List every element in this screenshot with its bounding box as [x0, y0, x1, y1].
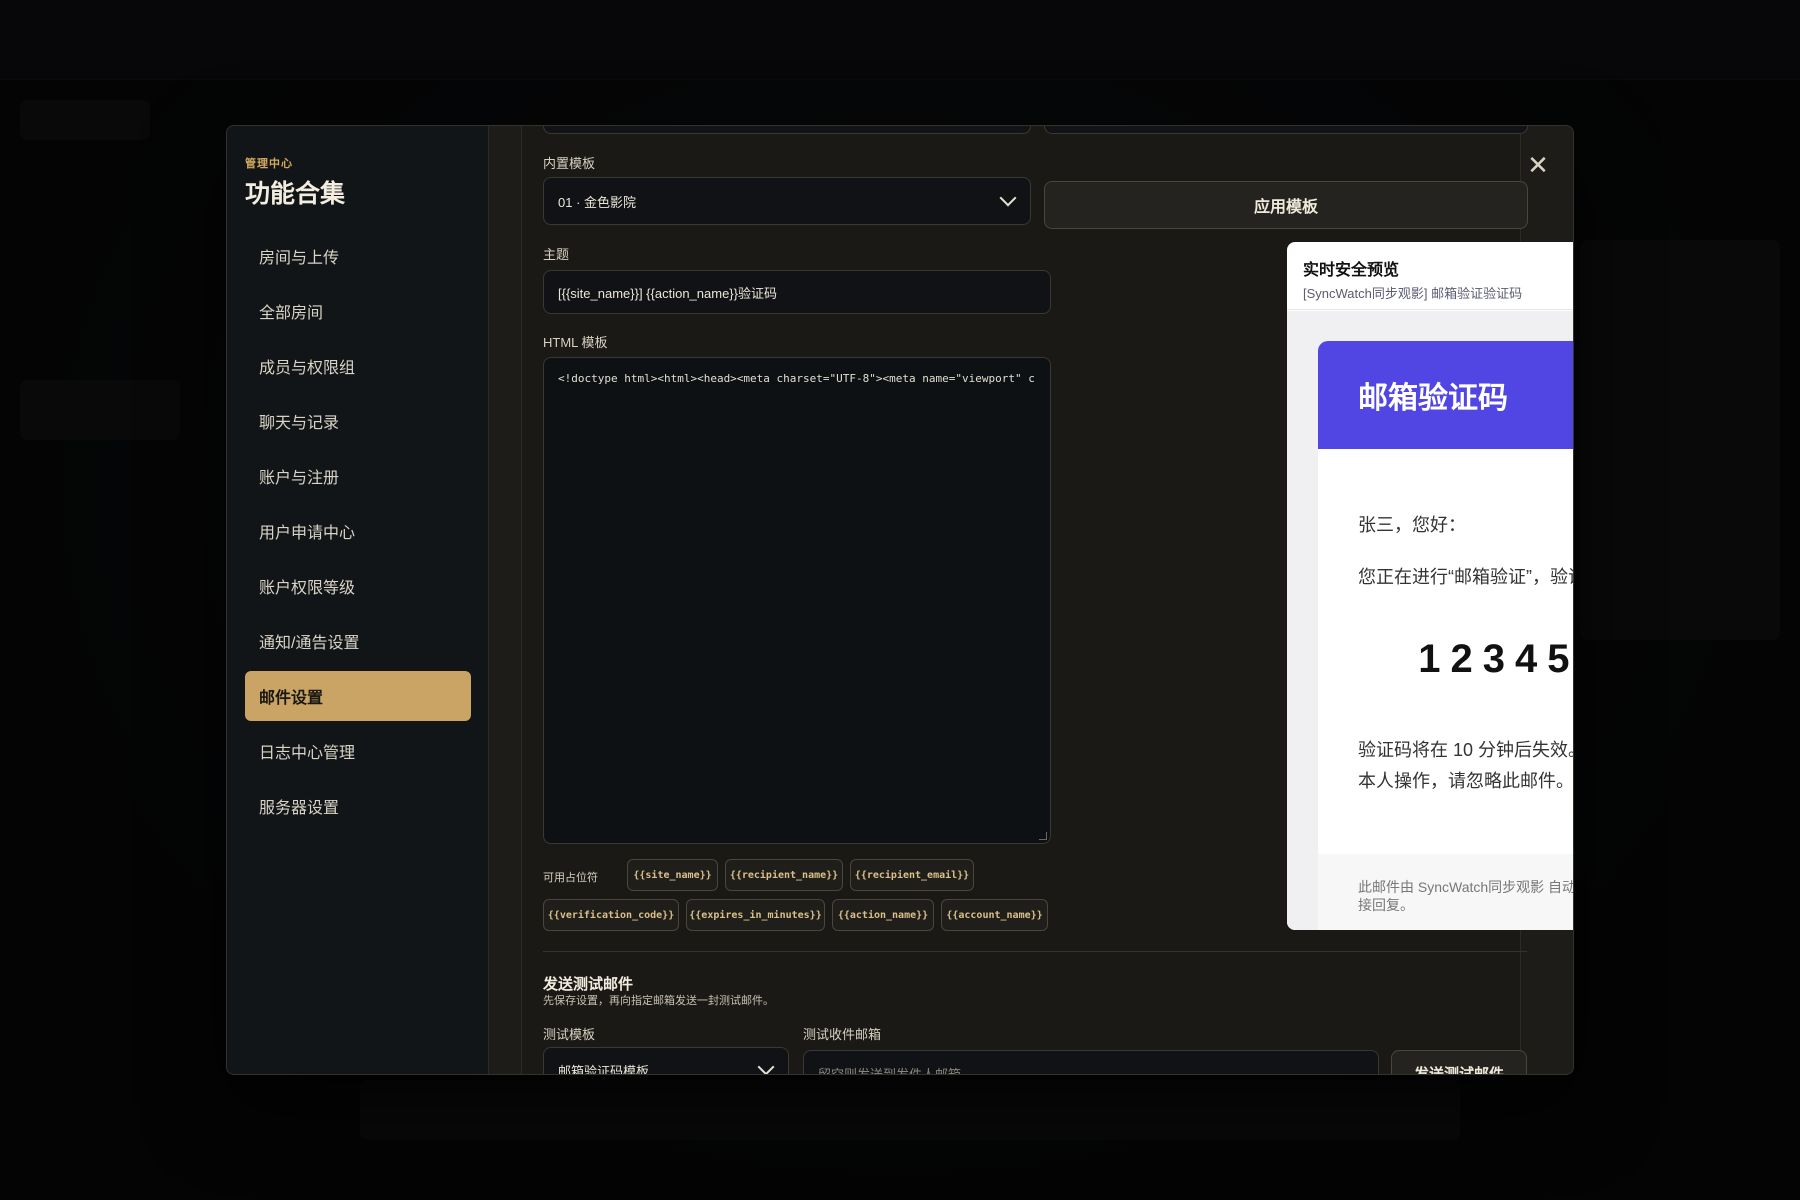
test-recipient-label: 测试收件邮箱: [803, 1027, 882, 1042]
subject-label: 主题: [543, 247, 570, 262]
modal-sidebar: 管理中心 功能合集 房间与上传 全部房间 成员与权限组 聊天与记录 账户与注册 …: [227, 126, 489, 1074]
placeholder-chip-action-name[interactable]: {{action_name}}: [832, 899, 934, 931]
preview-body[interactable]: 邮箱验证码 张三，您好： 您正在进行“邮箱验证”，验证码是： 123456 验证…: [1287, 311, 1574, 930]
sidebar-item-mail-settings[interactable]: 邮件设置: [245, 671, 471, 721]
sidebar-nav: 房间与上传 全部房间 成员与权限组 聊天与记录 账户与注册 用户申请中心 账户权…: [245, 231, 471, 836]
preview-subject: [SyncWatch同步观影] 邮箱验证验证码: [1303, 286, 1523, 301]
test-template-value: 邮箱验证码模板: [558, 1063, 650, 1075]
chevron-down-icon: [999, 189, 1017, 207]
email-footer: 此邮件由 SyncWatch同步观影 自动发送，请勿直接回复。: [1318, 854, 1573, 930]
section-divider: [543, 951, 1527, 952]
sidebar-item-chat-records[interactable]: 聊天与记录: [245, 396, 471, 446]
sidebar-title: 功能合集: [245, 180, 346, 208]
sidebar-item-all-rooms[interactable]: 全部房间: [245, 286, 471, 336]
live-preview-panel: 实时安全预览 [SyncWatch同步观影] 邮箱验证验证码 邮箱验证码 张三，…: [1287, 242, 1574, 930]
scrolled-field-edge: [1044, 126, 1528, 134]
placeholder-chip-site-name[interactable]: {{site_name}}: [627, 859, 718, 891]
builtin-template-select[interactable]: 01 · 金色影院: [543, 177, 1031, 225]
html-template-textarea[interactable]: <!doctype html><html><head><meta charset…: [543, 357, 1051, 844]
sidebar-item-permission-levels[interactable]: 账户权限等级: [245, 561, 471, 611]
chevron-down-icon: [757, 1058, 775, 1074]
sidebar-item-server-settings[interactable]: 服务器设置: [245, 781, 471, 831]
test-mail-title: 发送测试邮件: [543, 976, 634, 993]
sidebar-kicker: 管理中心: [245, 158, 293, 170]
sidebar-item-members-permissions[interactable]: 成员与权限组: [245, 341, 471, 391]
admin-modal: 管理中心 功能合集 房间与上传 全部房间 成员与权限组 聊天与记录 账户与注册 …: [226, 125, 1574, 1075]
email-banner: 邮箱验证码: [1318, 341, 1573, 449]
sidebar-item-notifications[interactable]: 通知/通告设置: [245, 616, 471, 666]
resize-handle[interactable]: [1039, 832, 1047, 840]
html-template-value: <!doctype html><html><head><meta charset…: [558, 372, 1035, 385]
sidebar-item-rooms-upload[interactable]: 房间与上传: [245, 231, 471, 281]
placeholder-chip-recipient-email[interactable]: {{recipient_email}}: [850, 859, 974, 891]
placeholder-chip-account-name[interactable]: {{account_name}}: [941, 899, 1048, 931]
email-expire-notice: 验证码将在 10 分钟后失效。如果不是您本人操作，请忽略此邮件。: [1358, 740, 1574, 791]
placeholders-label: 可用占位符: [543, 872, 598, 884]
test-recipient-placeholder: 留空则发送到发件人邮箱: [818, 1066, 962, 1075]
mail-settings-content: 内置模板 01 · 金色影院 应用模板 主题 [{{site_name}}] {…: [489, 126, 1574, 1075]
sidebar-item-accounts-registration[interactable]: 账户与注册: [245, 451, 471, 501]
subject-value: [{{site_name}}] {{action_name}}验证码: [558, 285, 777, 301]
verification-code: 123456: [1418, 637, 1573, 681]
email-card: 邮箱验证码 张三，您好： 您正在进行“邮箱验证”，验证码是： 123456 验证…: [1318, 341, 1574, 930]
test-mail-subtitle: 先保存设置，再向指定邮箱发送一封测试邮件。: [543, 995, 774, 1007]
subject-input[interactable]: [{{site_name}}] {{action_name}}验证码: [543, 270, 1051, 314]
preview-title: 实时安全预览: [1303, 262, 1400, 279]
preview-header: 实时安全预览 [SyncWatch同步观影] 邮箱验证验证码: [1287, 242, 1573, 310]
close-icon[interactable]: ✕: [1527, 152, 1549, 178]
builtin-template-label: 内置模板: [543, 156, 596, 171]
email-intro-line: 您正在进行“邮箱验证”，验证码是：: [1358, 567, 1573, 587]
scrolled-field-edge: [543, 126, 1031, 134]
send-test-mail-button[interactable]: 发送测试邮件: [1391, 1050, 1527, 1074]
html-template-label: HTML 模板: [543, 335, 608, 350]
test-recipient-input[interactable]: 留空则发送到发件人邮箱: [803, 1050, 1379, 1075]
test-template-select[interactable]: 邮箱验证码模板: [543, 1047, 789, 1075]
sidebar-item-user-requests[interactable]: 用户申请中心: [245, 506, 471, 556]
placeholder-chip-expires-in-minutes[interactable]: {{expires_in_minutes}}: [686, 899, 825, 931]
builtin-template-value: 01 · 金色影院: [558, 194, 637, 210]
placeholder-chip-recipient-name[interactable]: {{recipient_name}}: [725, 859, 843, 891]
test-template-label: 测试模板: [543, 1027, 596, 1042]
placeholder-chip-verification-code[interactable]: {{verification_code}}: [543, 899, 679, 931]
sidebar-item-log-center[interactable]: 日志中心管理: [245, 726, 471, 776]
apply-template-button[interactable]: 应用模板: [1044, 181, 1528, 229]
email-greeting: 张三，您好：: [1358, 515, 1466, 535]
